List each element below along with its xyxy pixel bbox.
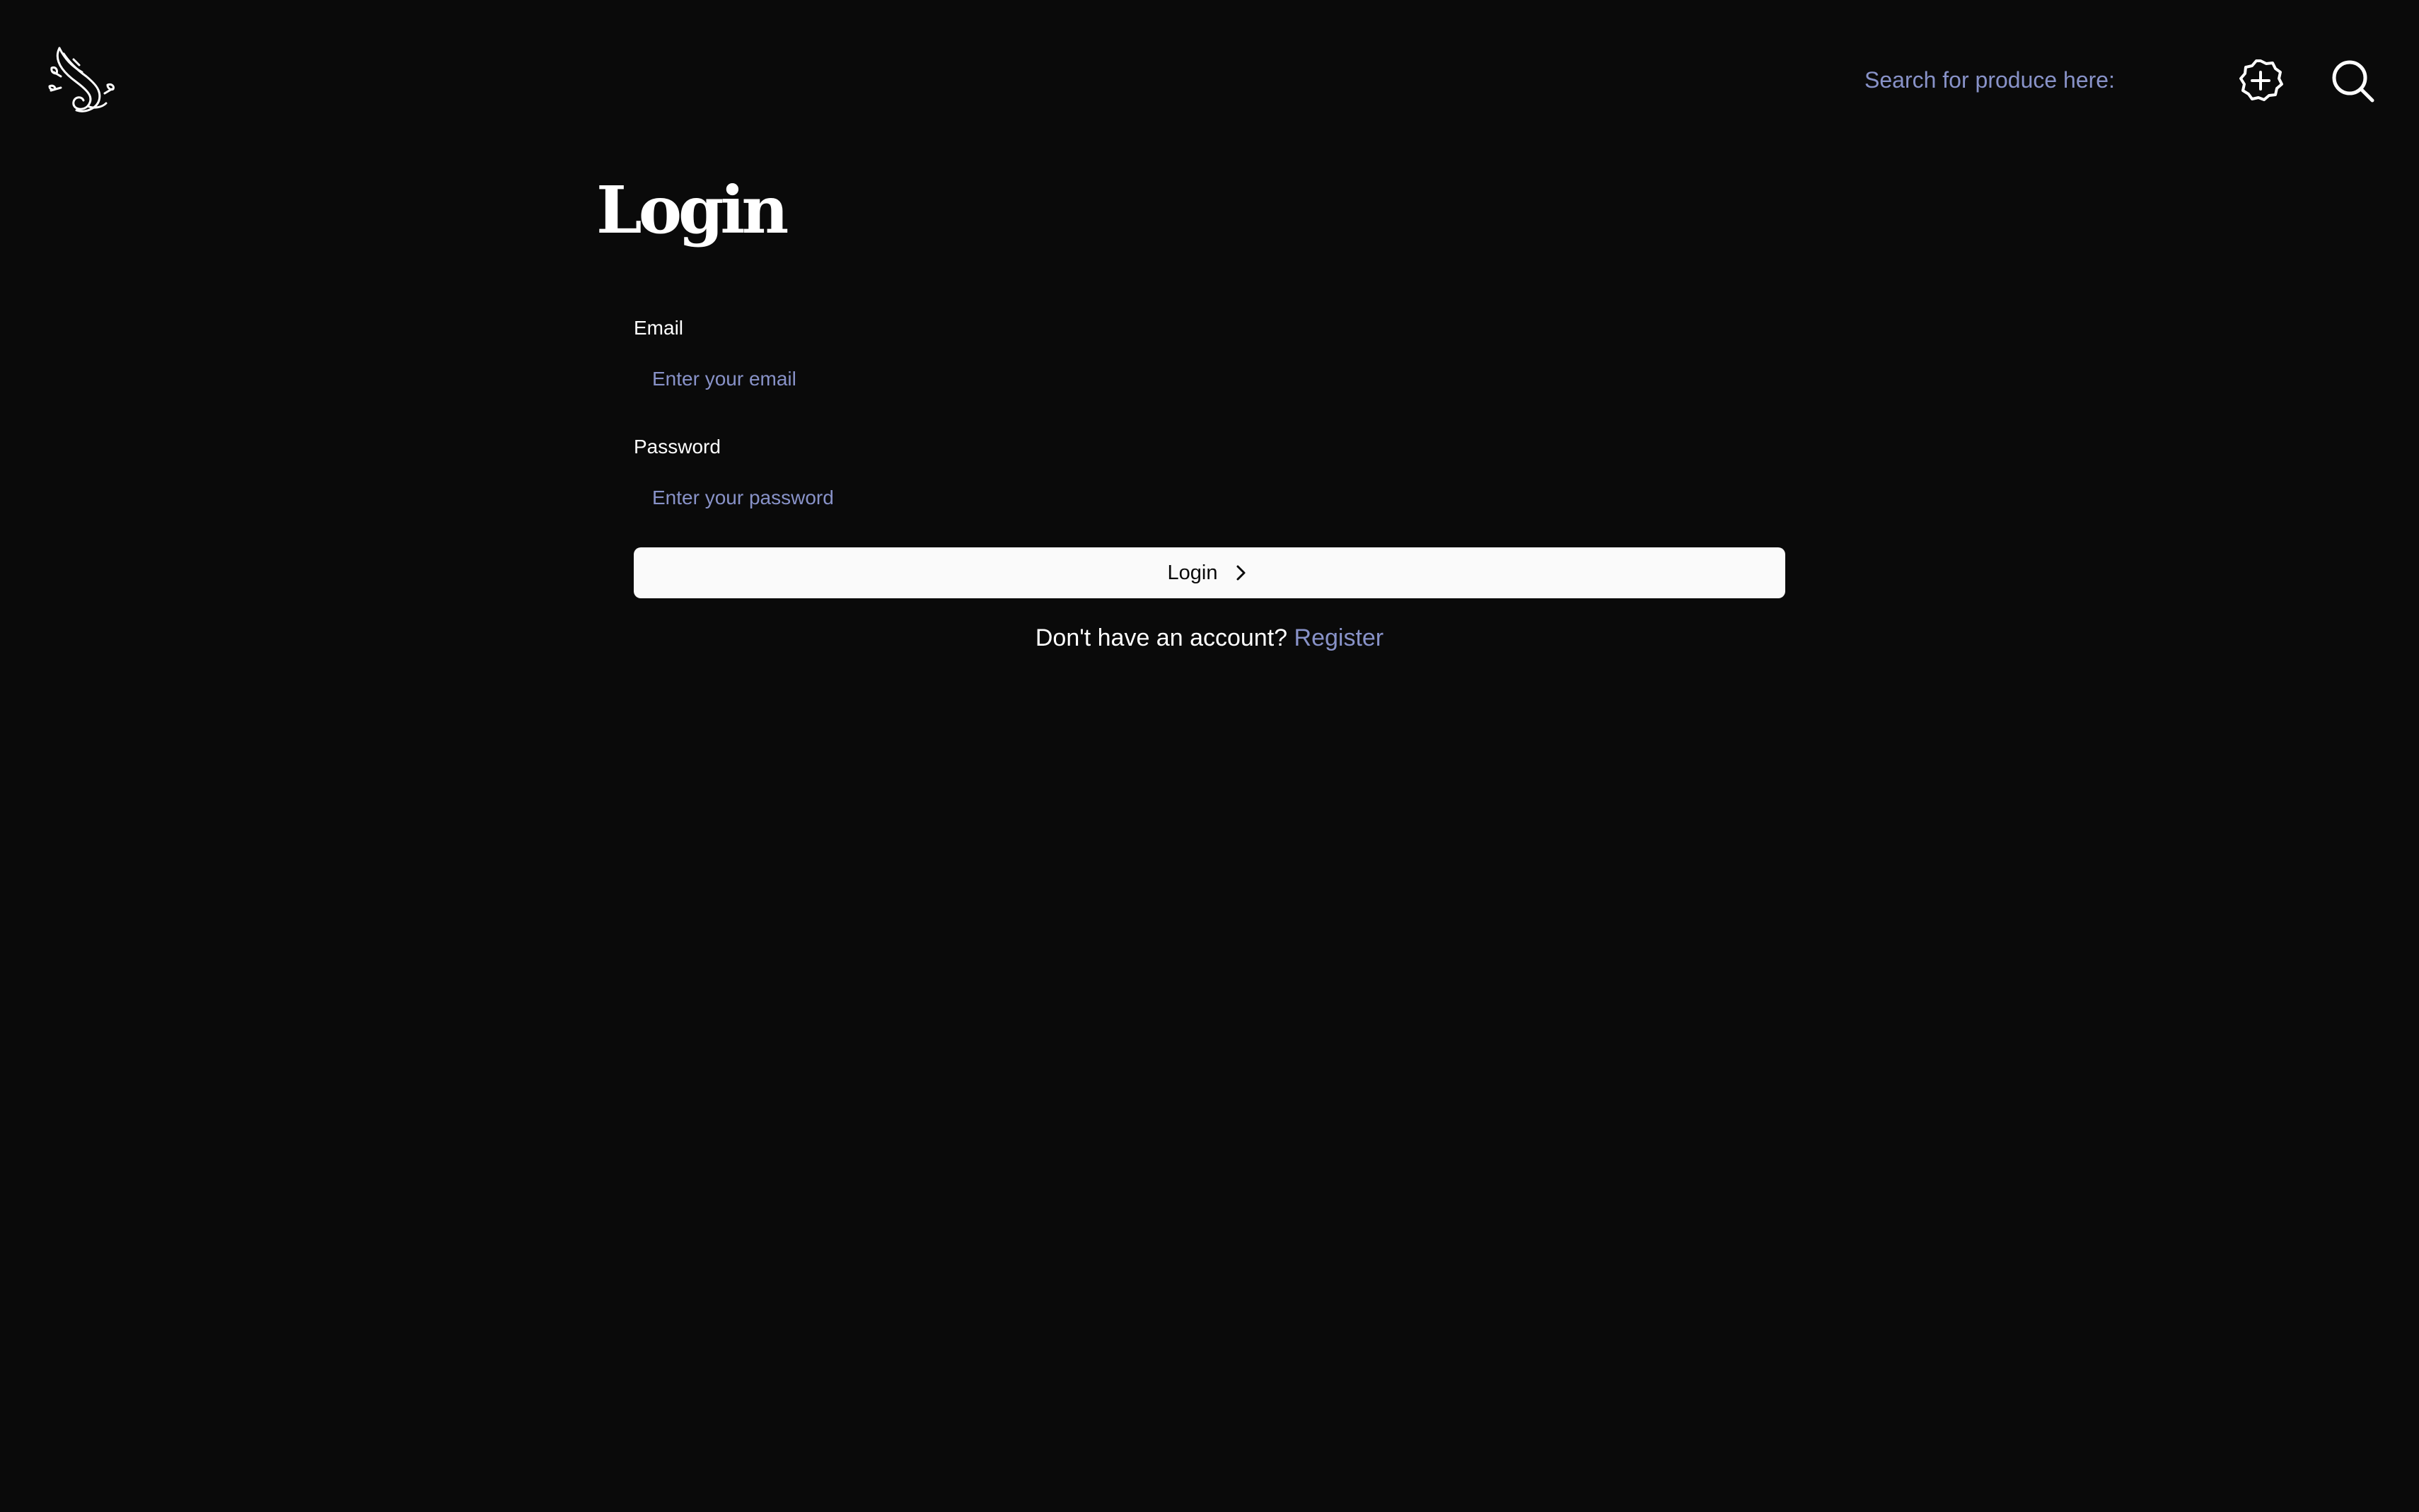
email-label: Email [634,317,684,339]
search-icon [2327,55,2378,106]
plus-badge-icon [2235,55,2286,106]
register-link[interactable]: Register [1294,624,1384,651]
register-prompt: Don't have an account? Register [634,622,1785,653]
login-button[interactable]: Login [634,547,1785,598]
password-field[interactable] [634,472,1785,523]
swan-logo-icon[interactable] [45,44,116,115]
search-input[interactable] [1853,55,2201,105]
chevron-right-icon [1230,562,1251,583]
register-prompt-text: Don't have an account? [1035,624,1288,651]
search-button[interactable] [2327,55,2378,106]
email-field[interactable] [634,354,1785,405]
password-label: Password [634,436,721,458]
page-title: Login [596,172,789,248]
add-produce-button[interactable] [2235,55,2286,106]
top-navigation-bar [0,0,2419,141]
login-button-label: Login [1167,561,1218,584]
